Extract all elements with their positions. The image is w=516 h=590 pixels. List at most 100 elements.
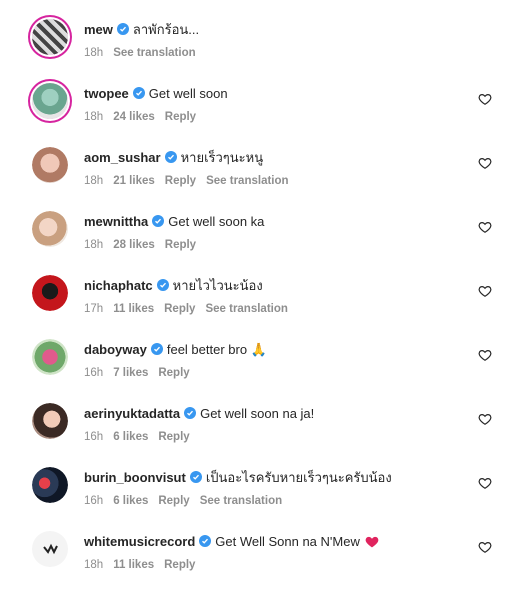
verified-badge-icon (116, 23, 129, 35)
see-translation-link[interactable]: See translation (206, 175, 288, 187)
comment-line: mewnittha Get well soon ka (84, 214, 264, 230)
comment-item: nichaphatc หายไวไวนะน้อง 17h 11 likes Reply… (0, 270, 516, 334)
comment-item: aom_sushar หายเร็วๆนะหนู 18h 21 likes Reply… (0, 142, 516, 206)
comment-time: 18h (84, 47, 104, 59)
avatar[interactable] (32, 19, 68, 55)
comment-meta: 16h 7 likes Reply (84, 366, 200, 380)
comment-item: burin_boonvisut เป็นอะไรครับหายเร็วๆนะครั… (0, 462, 516, 526)
username[interactable]: aom_sushar (84, 150, 161, 165)
comment-time: 16h (84, 495, 104, 507)
comment-time: 17h (84, 303, 104, 315)
comment-item: mewnittha Get well soon ka 18h 28 likes Rep… (0, 206, 516, 270)
comment-time: 18h (84, 559, 104, 571)
verified-badge-icon (164, 151, 177, 163)
username[interactable]: mew (84, 22, 113, 37)
comment-time: 16h (84, 367, 104, 379)
username[interactable]: burin_boonvisut (84, 470, 186, 485)
likes-count[interactable]: 7 likes (113, 367, 148, 379)
likes-count[interactable]: 21 likes (113, 175, 155, 187)
comment-meta: 18h 21 likes Reply See translation (84, 174, 299, 188)
comment-line: burin_boonvisut เป็นอะไรครับหายเร็วๆนะครั… (84, 470, 392, 486)
avatar[interactable] (32, 467, 68, 503)
likes-count[interactable]: 11 likes (113, 303, 154, 315)
like-heart-icon[interactable] (478, 348, 492, 362)
see-translation-link[interactable]: See translation (113, 47, 195, 59)
username[interactable]: twopee (84, 86, 129, 101)
comment-meta: 16h 6 likes Reply (84, 430, 200, 444)
comment-line: aom_sushar หายเร็วๆนะหนู (84, 150, 263, 166)
likes-count[interactable]: 6 likes (113, 495, 148, 507)
comment-text: Get Well Sonn na N'Mew (215, 534, 360, 549)
reply-button[interactable]: Reply (164, 303, 195, 315)
verified-badge-icon (199, 535, 212, 547)
reply-button[interactable]: Reply (165, 239, 196, 251)
avatar[interactable] (32, 531, 68, 567)
see-translation-link[interactable]: See translation (205, 303, 287, 315)
verified-badge-icon (132, 87, 145, 99)
verified-badge-icon (152, 215, 165, 227)
comment-time: 18h (84, 111, 104, 123)
white-music-logo-icon (43, 543, 58, 555)
avatar[interactable] (32, 83, 68, 119)
reply-button[interactable]: Reply (158, 495, 189, 507)
like-heart-icon[interactable] (478, 92, 492, 106)
comment-item: daboyway feel better bro 🙏 16h 7 likes Repl… (0, 334, 516, 398)
comment-meta: 18h See translation (84, 46, 206, 60)
comment-text: Get well soon (148, 86, 228, 101)
avatar[interactable] (32, 339, 68, 375)
reply-button[interactable]: Reply (158, 367, 189, 379)
comment-line: daboyway feel better bro 🙏 (84, 342, 267, 358)
comment-item: aerinyuktadatta Get well soon na ja! 16h 6… (0, 398, 516, 462)
like-heart-icon[interactable] (478, 284, 492, 298)
like-heart-icon[interactable] (478, 540, 492, 554)
verified-badge-icon (156, 279, 169, 291)
likes-count[interactable]: 11 likes (113, 559, 154, 571)
likes-count[interactable]: 28 likes (113, 239, 155, 251)
comment-meta: 17h 11 likes Reply See translation (84, 302, 298, 316)
reply-button[interactable]: Reply (164, 559, 195, 571)
comment-time: 18h (84, 175, 104, 187)
avatar[interactable] (32, 211, 68, 247)
avatar[interactable] (32, 403, 68, 439)
username[interactable]: daboyway (84, 342, 147, 357)
verified-badge-icon (189, 471, 202, 483)
username[interactable]: aerinyuktadatta (84, 406, 180, 421)
comment-item: twopee Get well soon 18h 24 likes Reply (0, 78, 516, 142)
like-heart-icon[interactable] (478, 156, 492, 170)
comment-line: twopee Get well soon (84, 86, 228, 102)
likes-count[interactable]: 6 likes (113, 431, 148, 443)
comment-time: 16h (84, 431, 104, 443)
reply-button[interactable]: Reply (158, 431, 189, 443)
like-heart-icon[interactable] (478, 220, 492, 234)
red-heart-emoji-icon (365, 536, 379, 548)
comment-text: ลาพักร้อน... (132, 22, 200, 37)
comment-meta: 16h 6 likes Reply See translation (84, 494, 292, 508)
verified-badge-icon (184, 407, 197, 419)
comment-meta: 18h 28 likes Reply (84, 238, 206, 252)
like-heart-icon[interactable] (478, 412, 492, 426)
comment-text: Get well soon ka (168, 214, 265, 229)
reply-button[interactable]: Reply (165, 111, 196, 123)
comment-line: nichaphatc หายไวไวนะน้อง (84, 278, 263, 294)
username[interactable]: whitemusicrecord (84, 534, 195, 549)
comment-text: เป็นอะไรครับหายเร็วๆนะครับน้อง (205, 470, 392, 485)
comment-line: mew ลาพักร้อน... (84, 22, 199, 38)
avatar[interactable] (32, 275, 68, 311)
comment-text: Get well soon na ja! (200, 406, 315, 421)
comment-line: aerinyuktadatta Get well soon na ja! (84, 406, 314, 422)
avatar[interactable] (32, 147, 68, 183)
comment-text: หายไวไวนะน้อง (172, 278, 263, 293)
username[interactable]: nichaphatc (84, 278, 153, 293)
username[interactable]: mewnittha (84, 214, 148, 229)
like-heart-icon[interactable] (478, 476, 492, 490)
comment-line: whitemusicrecord Get Well Sonn na N'Mew (84, 534, 380, 550)
see-translation-link[interactable]: See translation (200, 495, 282, 507)
likes-count[interactable]: 24 likes (113, 111, 155, 123)
comment-item: whitemusicrecord Get Well Sonn na N'Mew 1… (0, 526, 516, 590)
verified-badge-icon (150, 343, 163, 355)
comment-meta: 18h 11 likes Reply (84, 558, 205, 572)
comment-item: mew ลาพักร้อน... 18h See translation (0, 14, 516, 78)
reply-button[interactable]: Reply (165, 175, 196, 187)
comment-meta: 18h 24 likes Reply (84, 110, 206, 124)
comment-text: หายเร็วๆนะหนู (180, 150, 264, 165)
